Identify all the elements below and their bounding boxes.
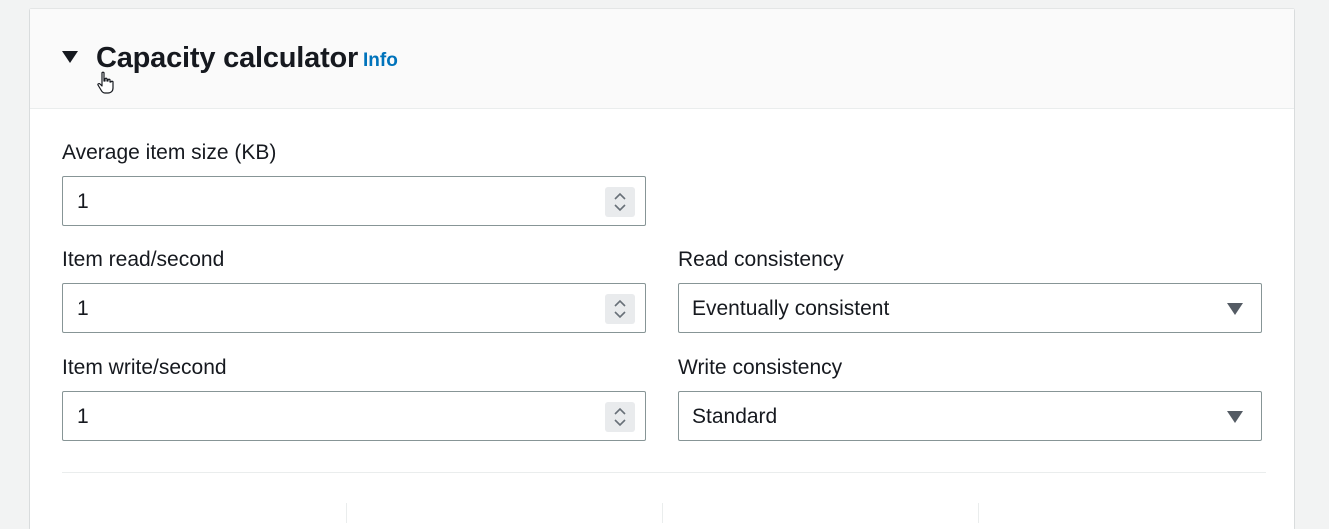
info-link[interactable]: Info xyxy=(363,49,398,73)
up-down-chevron-icon[interactable] xyxy=(605,402,635,432)
item-read-input[interactable]: 1 xyxy=(62,283,646,333)
avg-item-size-value[interactable]: 1 xyxy=(77,189,89,215)
avg-item-size-input[interactable]: 1 xyxy=(62,176,646,226)
up-down-chevron-icon[interactable] xyxy=(605,294,635,324)
item-read-label: Item read/second xyxy=(62,248,225,271)
section-title[interactable]: Capacity calculator xyxy=(96,38,358,78)
up-down-chevron-icon[interactable] xyxy=(605,187,635,217)
section-divider xyxy=(62,472,1266,473)
item-read-value[interactable]: 1 xyxy=(77,296,89,322)
triangle-down-icon xyxy=(1227,411,1243,423)
item-write-value[interactable]: 1 xyxy=(77,404,89,430)
column-separator xyxy=(662,503,663,523)
item-write-input[interactable]: 1 xyxy=(62,391,646,441)
read-consistency-select[interactable]: Eventually consistent xyxy=(678,283,1262,333)
panel-header: Capacity calculator Info xyxy=(30,9,1294,109)
item-write-label: Item write/second xyxy=(62,356,227,379)
write-consistency-value: Standard xyxy=(692,405,778,428)
caret-down-icon[interactable] xyxy=(62,51,78,63)
write-consistency-select[interactable]: Standard xyxy=(678,391,1262,441)
column-separator xyxy=(346,503,347,523)
read-consistency-label: Read consistency xyxy=(678,248,844,271)
column-separator xyxy=(978,503,979,523)
avg-item-size-label: Average item size (KB) xyxy=(62,141,277,164)
capacity-calculator-panel: Capacity calculator Info Average item si… xyxy=(30,9,1294,529)
triangle-down-icon xyxy=(1227,303,1243,315)
read-consistency-value: Eventually consistent xyxy=(692,297,890,320)
write-consistency-label: Write consistency xyxy=(678,356,843,379)
